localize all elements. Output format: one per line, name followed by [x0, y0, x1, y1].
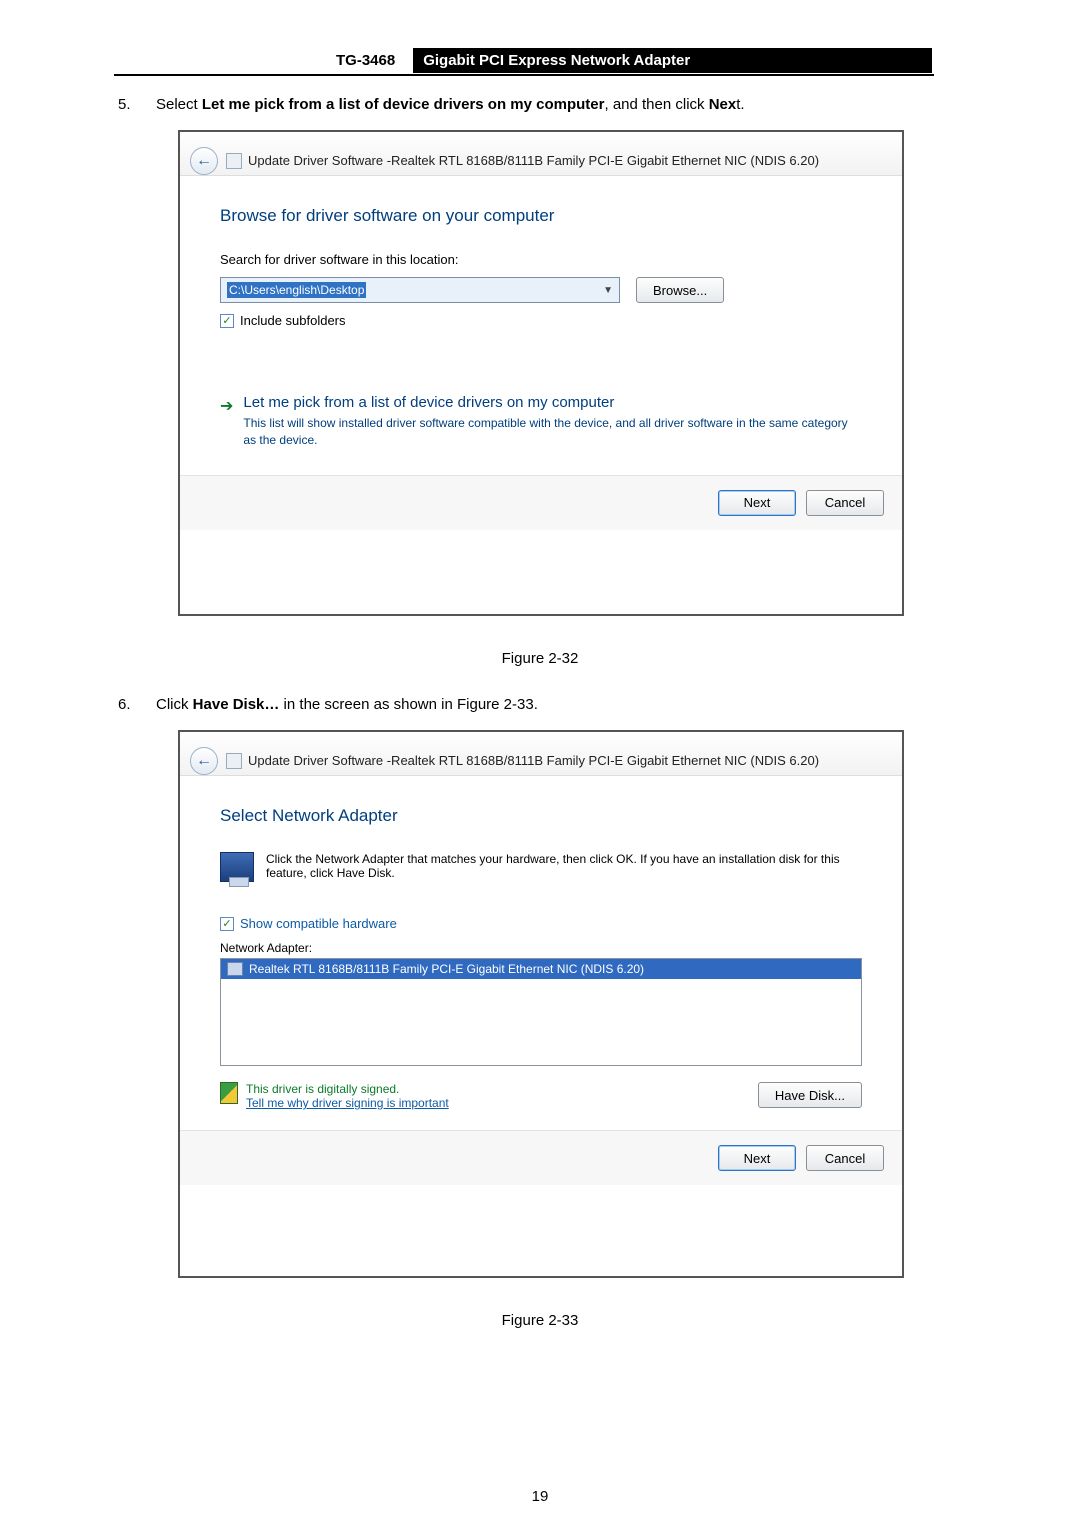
signed-text: This driver is digitally signed. — [246, 1082, 449, 1096]
adapter-icon — [220, 852, 254, 882]
shield-icon — [220, 1082, 238, 1104]
nic-icon — [227, 962, 243, 976]
step-5-num: 5. — [118, 96, 156, 113]
dialog1-title: Update Driver Software -Realtek RTL 8168… — [248, 153, 819, 168]
include-subfolders-label: Include subfolders — [240, 313, 346, 328]
path-combo[interactable]: C:\Users\english\Desktop ▼ — [220, 277, 620, 303]
dialog2-title: Update Driver Software -Realtek RTL 8168… — [248, 753, 819, 768]
dialog1-body: Browse for driver software on your compu… — [180, 176, 902, 475]
wizard-icon — [226, 153, 242, 169]
step-6-num: 6. — [118, 696, 156, 713]
pick-title: Let me pick from a list of device driver… — [243, 394, 862, 411]
browse-button[interactable]: Browse... — [636, 277, 724, 303]
tell-me-link[interactable]: Tell me why driver signing is important — [246, 1096, 449, 1110]
back-button[interactable]: ← — [190, 747, 218, 775]
have-disk-button[interactable]: Have Disk... — [758, 1082, 862, 1108]
step6-suffix: in the screen as shown in Figure 2-33. — [279, 696, 537, 713]
step5-suffix: t. — [736, 96, 744, 113]
dialog-select-adapter: ✕ ← Update Driver Software -Realtek RTL … — [178, 730, 904, 1278]
page-number: 19 — [0, 1488, 1080, 1505]
back-button[interactable]: ← — [190, 147, 218, 175]
step5-bold1: Let me pick from a list of device driver… — [202, 96, 605, 113]
step-6-text: Click Have Disk… in the screen as shown … — [156, 696, 938, 713]
dialog2-heading: Select Network Adapter — [220, 806, 862, 826]
chevron-down-icon[interactable]: ▼ — [603, 285, 613, 296]
next-button[interactable]: Next — [718, 1145, 796, 1171]
wizard-icon — [226, 753, 242, 769]
arrow-right-icon: ➔ — [220, 396, 233, 449]
pick-subtitle: This list will show installed driver sof… — [243, 415, 862, 449]
list-item-label: Realtek RTL 8168B/8111B Family PCI-E Gig… — [249, 962, 644, 976]
step-5: 5. Select Let me pick from a list of dev… — [118, 96, 938, 113]
step5-mid: , and then click — [604, 96, 708, 113]
step-6: 6. Click Have Disk… in the screen as sho… — [118, 696, 938, 713]
dialog2-instruction: Click the Network Adapter that matches y… — [266, 852, 862, 882]
list-item[interactable]: Realtek RTL 8168B/8111B Family PCI-E Gig… — [221, 959, 861, 979]
dialog2-body: Select Network Adapter Click the Network… — [180, 776, 902, 1130]
include-subfolders-checkbox[interactable]: ✓ — [220, 314, 234, 328]
dialog-browse: ✕ ← Update Driver Software -Realtek RTL … — [178, 130, 904, 616]
titlebar-1: ← Update Driver Software -Realtek RTL 81… — [180, 132, 902, 176]
product-title: Gigabit PCI Express Network Adapter — [413, 48, 932, 73]
show-compatible-label: Show compatible hardware — [240, 916, 397, 931]
model-label: TG-3468 — [336, 52, 413, 69]
step6-bold1: Have Disk… — [193, 696, 280, 713]
show-compatible-checkbox[interactable]: ✓ — [220, 917, 234, 931]
button-strip-1: Next Cancel — [180, 475, 902, 530]
search-label: Search for driver software in this locat… — [220, 252, 862, 267]
figure-2-32: Figure 2-32 — [0, 650, 1080, 667]
adapter-listbox[interactable]: Realtek RTL 8168B/8111B Family PCI-E Gig… — [220, 958, 862, 1066]
titlebar-2: ← Update Driver Software -Realtek RTL 81… — [180, 732, 902, 776]
cancel-button[interactable]: Cancel — [806, 490, 884, 516]
step-5-text: Select Let me pick from a list of device… — [156, 96, 938, 113]
next-button[interactable]: Next — [718, 490, 796, 516]
header-underline — [114, 74, 934, 76]
figure-2-33: Figure 2-33 — [0, 1312, 1080, 1329]
pick-option[interactable]: ➔ Let me pick from a list of device driv… — [220, 388, 862, 455]
cancel-button[interactable]: Cancel — [806, 1145, 884, 1171]
step5-bold2: Nex — [709, 96, 737, 113]
step5-prefix: Select — [156, 96, 202, 113]
list-header: Network Adapter: — [220, 939, 862, 958]
dialog1-heading: Browse for driver software on your compu… — [220, 206, 862, 226]
path-value: C:\Users\english\Desktop — [227, 282, 366, 298]
button-strip-2: Next Cancel — [180, 1130, 902, 1185]
step6-prefix: Click — [156, 696, 193, 713]
